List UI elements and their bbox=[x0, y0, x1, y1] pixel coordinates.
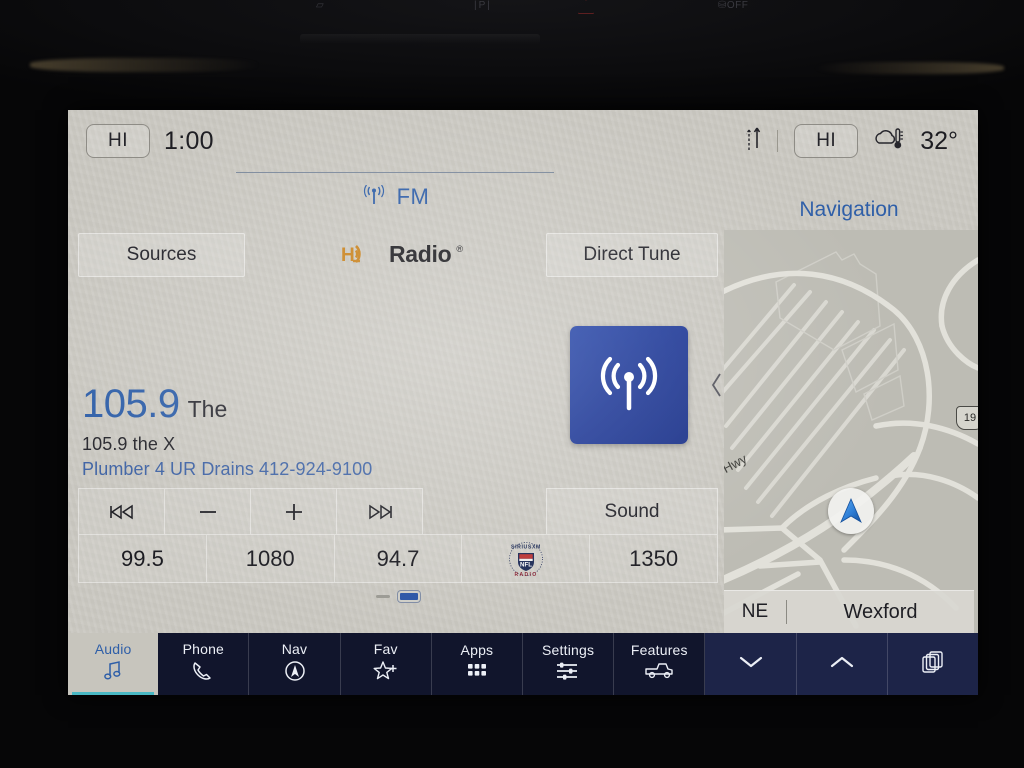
seek-up-button[interactable] bbox=[251, 489, 337, 534]
phone-handset-icon bbox=[191, 660, 215, 687]
station-name: 105.9 the X bbox=[82, 434, 176, 454]
tab-fav-label: Fav bbox=[373, 641, 398, 657]
sound-button[interactable]: Sound bbox=[546, 488, 718, 534]
svg-text:RADIO: RADIO bbox=[514, 572, 537, 578]
hazard-light-icon bbox=[578, 0, 594, 14]
status-bar-left: HI 1:00 bbox=[86, 124, 214, 158]
svg-text:H: H bbox=[341, 245, 355, 266]
station-frequency: 105.9 bbox=[82, 382, 180, 426]
preset-buttons-row: 99.5 1080 94.7 SIRIUSXM NFL RADIO 1350 bbox=[78, 534, 718, 583]
seek-down-button[interactable] bbox=[165, 489, 251, 534]
status-divider bbox=[777, 130, 779, 152]
next-station-button[interactable] bbox=[337, 489, 422, 534]
tab-apps-label: Apps bbox=[460, 642, 494, 658]
svg-text:SIRIUSXM: SIRIUSXM bbox=[511, 544, 541, 550]
band-label: FM bbox=[396, 184, 430, 209]
current-position-puck bbox=[828, 488, 874, 534]
sliders-icon bbox=[555, 661, 581, 686]
navigation-title: Navigation bbox=[799, 198, 899, 221]
chevron-down-icon bbox=[735, 652, 767, 677]
status-bar: HI 1:00 HI 32° bbox=[68, 110, 978, 172]
current-location-name: Wexford bbox=[843, 600, 918, 623]
music-note-icon bbox=[102, 660, 124, 687]
tab-phone-label: Phone bbox=[182, 641, 225, 657]
compass-heading: NE bbox=[741, 601, 769, 622]
station-frequency-suffix: The bbox=[187, 396, 228, 422]
stacked-cards-icon bbox=[920, 650, 946, 679]
recent-apps-button[interactable] bbox=[887, 633, 978, 695]
compass-icon bbox=[283, 660, 307, 687]
tab-nav-label: Nav bbox=[281, 641, 308, 657]
hd-radio-logo: H Radio ® bbox=[340, 240, 463, 268]
bezel-highlight-left bbox=[30, 58, 260, 72]
transport-controls bbox=[78, 488, 423, 534]
svg-text:NFL: NFL bbox=[520, 561, 532, 568]
navigation-arrow-icon bbox=[840, 497, 862, 523]
dash-button-traction-off-icon: ⛁OFF bbox=[718, 0, 749, 11]
tab-phone[interactable]: Phone bbox=[158, 633, 250, 695]
outside-temperature: 32° bbox=[920, 126, 958, 155]
cloud-thermometer-icon bbox=[874, 126, 904, 157]
preset-button[interactable]: 1080 bbox=[207, 535, 335, 582]
tab-fav[interactable]: Fav bbox=[341, 633, 432, 695]
arrows-up-down-icon[interactable] bbox=[745, 126, 761, 157]
source-header: FM bbox=[236, 172, 554, 210]
preset-button[interactable]: 94.7 bbox=[335, 535, 463, 582]
now-playing-info: 105.9 The 105.9 the X Plumber 4 UR Drain… bbox=[82, 382, 372, 480]
grid-apps-icon bbox=[465, 661, 489, 686]
tab-features-label: Features bbox=[630, 642, 688, 658]
star-plus-icon bbox=[373, 660, 399, 687]
navigation-panel[interactable]: Navigation Hwy 19 NE Wexford bbox=[720, 110, 978, 633]
map-zoom-out-button[interactable] bbox=[705, 633, 797, 695]
truck-icon bbox=[644, 661, 674, 686]
hd-radio-mark-icon: H bbox=[341, 245, 361, 266]
bezel-vent bbox=[300, 34, 540, 44]
driver-climate-button[interactable]: HI bbox=[86, 124, 150, 158]
chevron-up-icon bbox=[826, 652, 858, 677]
preset-button[interactable]: 1350 bbox=[590, 535, 717, 582]
tab-settings[interactable]: Settings bbox=[523, 633, 615, 695]
hd-radio-label: Radio bbox=[389, 240, 452, 267]
station-frequency-row: 105.9 The bbox=[82, 382, 372, 427]
broadcast-tower-icon bbox=[600, 356, 658, 411]
band-indicator: FM bbox=[236, 184, 554, 210]
tab-features[interactable]: Features bbox=[614, 633, 706, 695]
tab-audio-label: Audio bbox=[94, 641, 132, 657]
tab-settings-label: Settings bbox=[542, 642, 595, 658]
hd-radio-registered-mark: ® bbox=[456, 244, 464, 254]
tab-nav[interactable]: Nav bbox=[249, 633, 341, 695]
page-dot[interactable] bbox=[376, 595, 390, 598]
header-rule bbox=[236, 172, 554, 173]
preset-page-indicator[interactable] bbox=[78, 591, 718, 602]
navigation-status-bar: NE Wexford bbox=[724, 590, 974, 633]
map-zoom-in-button[interactable] bbox=[796, 633, 888, 695]
radio-antenna-icon bbox=[361, 184, 387, 210]
bezel-highlight-right bbox=[814, 62, 1004, 74]
map-roads bbox=[724, 230, 978, 633]
preset-button[interactable]: 99.5 bbox=[79, 535, 207, 582]
tab-audio[interactable]: Audio bbox=[68, 633, 159, 695]
navigation-map[interactable]: Hwy bbox=[724, 230, 978, 633]
infotainment-screen: HI 1:00 HI 32° FM Sources H Radio ® 105.… bbox=[68, 110, 978, 695]
dash-button-park-icon: |P| bbox=[474, 0, 492, 11]
dash-button-media-icon: ▱ bbox=[316, 0, 325, 11]
highway-shield-marker: 19 bbox=[956, 406, 978, 430]
chevron-left-icon[interactable] bbox=[710, 372, 724, 404]
siriusxm-nfl-radio-logo-icon: SIRIUSXM NFL RADIO bbox=[508, 541, 543, 578]
clock: 1:00 bbox=[164, 126, 214, 155]
passenger-climate-button[interactable]: HI bbox=[794, 124, 859, 158]
broadcast-signal-tile[interactable] bbox=[570, 326, 688, 444]
status-bar-right: HI 32° bbox=[745, 124, 958, 158]
page-dot-active[interactable] bbox=[398, 591, 420, 602]
station-metadata: Plumber 4 UR Drains 412-924-9100 bbox=[82, 459, 373, 479]
direct-tune-button[interactable]: Direct Tune bbox=[546, 233, 718, 277]
bottom-navigation-bar: Audio Phone Nav Fav Apps Settings Featur… bbox=[68, 633, 978, 695]
sources-button[interactable]: Sources bbox=[78, 233, 245, 277]
preset-button-siriusxm-nfl-radio[interactable]: SIRIUSXM NFL RADIO bbox=[462, 535, 591, 582]
tab-apps[interactable]: Apps bbox=[432, 633, 524, 695]
previous-station-button[interactable] bbox=[79, 489, 165, 534]
